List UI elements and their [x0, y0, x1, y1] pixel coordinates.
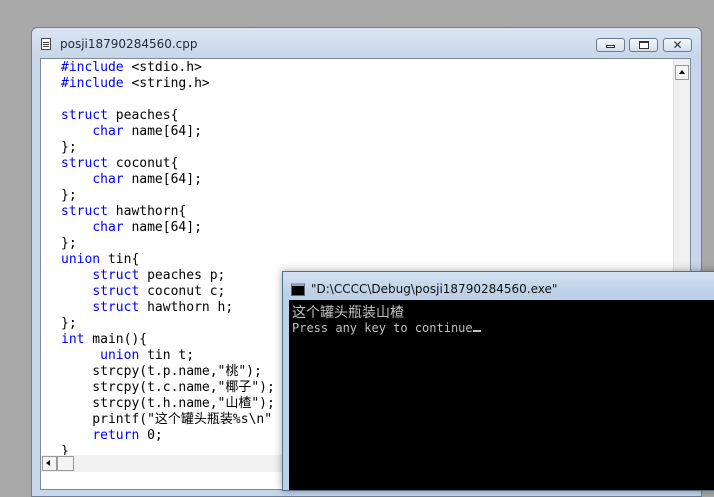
close-button[interactable]: ✕: [663, 38, 692, 52]
close-icon: ✕: [672, 38, 683, 52]
console-title: "D:\CCCC\Debug\posji18790284560.exe": [311, 282, 558, 296]
code-line: union tin{: [61, 252, 140, 267]
editor-title: posji18790284560.cpp: [60, 37, 198, 51]
code-line: struct hawthorn h;: [92, 300, 234, 315]
code-line: int main(){: [61, 332, 148, 347]
console-output-line: 这个罐头瓶装山楂: [292, 305, 404, 321]
text-cursor: [472, 330, 481, 332]
code-line: strcpy(t.p.name,"桃");: [61, 364, 262, 379]
console-prompt-line: Press any key to continue: [292, 321, 481, 335]
scroll-left-arrow-icon[interactable]: [42, 456, 57, 471]
code-line: };: [61, 316, 77, 331]
source-code[interactable]: #include <stdio.h> #include <string.h> s…: [61, 60, 275, 460]
cpp-file-icon: [41, 38, 51, 50]
code-line: char name[64];: [92, 172, 202, 187]
restore-button[interactable]: [629, 38, 658, 52]
code-line: struct hawthorn{: [61, 204, 187, 219]
console-title-bar[interactable]: "D:\CCCC\Debug\posji18790284560.exe": [283, 272, 714, 298]
code-line: union tin t;: [100, 348, 195, 363]
editor-title-bar[interactable]: posji18790284560.cpp ✕: [32, 28, 701, 58]
horizontal-scroll-thumb[interactable]: [57, 456, 74, 471]
console-prompt-text: Press any key to continue: [292, 321, 473, 335]
minimize-button[interactable]: [596, 38, 625, 52]
code-line: };: [61, 236, 77, 251]
console-app-icon: [291, 283, 305, 296]
code-line: };: [61, 188, 77, 203]
code-line: struct peaches{: [61, 108, 179, 123]
code-line: struct peaches p;: [92, 268, 226, 283]
code-line: #include <string.h>: [61, 76, 210, 91]
code-line: strcpy(t.c.name,"椰子");: [61, 380, 275, 395]
horizontal-scrollbar[interactable]: [41, 455, 301, 472]
code-line: };: [61, 140, 77, 155]
code-line: strcpy(t.h.name,"山楂");: [61, 396, 275, 411]
console-window[interactable]: "D:\CCCC\Debug\posji18790284560.exe" 这个罐…: [282, 271, 714, 491]
scroll-up-arrow-icon[interactable]: [675, 65, 689, 80]
code-line: return 0;: [92, 428, 163, 443]
code-line: struct coconut c;: [92, 284, 226, 299]
code-line: char name[64];: [92, 220, 202, 235]
code-line: struct coconut{: [61, 156, 179, 171]
code-line: #include <stdio.h>: [61, 60, 202, 75]
code-line: printf("这个罐头瓶装%s\n": [61, 412, 273, 427]
code-line: char name[64];: [92, 124, 202, 139]
console-output[interactable]: 这个罐头瓶装山楂 Press any key to continue: [289, 300, 714, 490]
